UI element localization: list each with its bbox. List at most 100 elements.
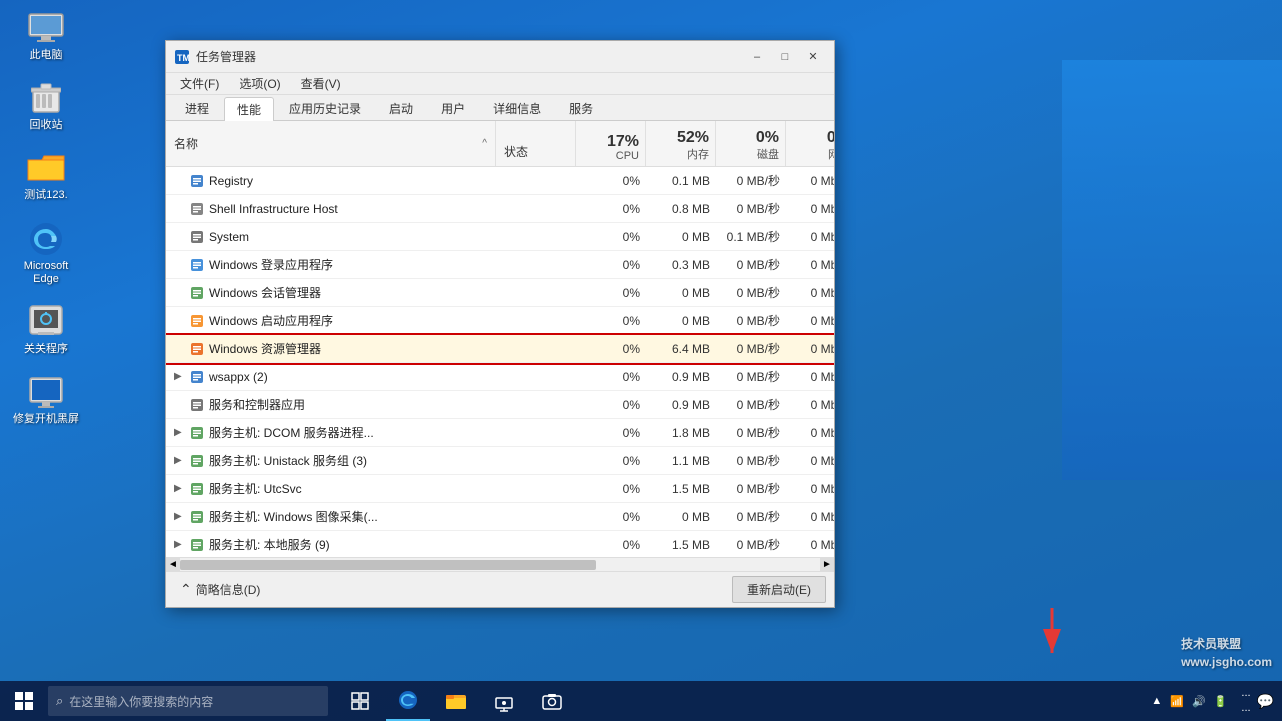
taskview-button[interactable] — [338, 681, 382, 721]
clock[interactable]: ... ... — [1241, 686, 1250, 717]
table-row[interactable]: Windows 启动应用程序 0% 0 MB 0 MB/秒 0 Mbps — [166, 307, 834, 335]
minimize-button[interactable]: – — [744, 47, 770, 67]
cell-cpu: 0% — [576, 286, 646, 300]
col-header-name[interactable]: 名称 ^ — [166, 121, 496, 166]
start-button[interactable] — [0, 681, 48, 721]
horizontal-scrollbar[interactable]: ◄ ► — [166, 557, 834, 571]
folder-icon-label: 测试123. — [24, 189, 67, 202]
desktop-icon-recycle[interactable]: 回收站 — [12, 80, 80, 132]
search-bar[interactable]: ⌕ 在这里输入你要搜索的内容 — [48, 686, 328, 716]
cell-net: 0 Mbps — [786, 258, 834, 272]
cell-disk: 0 MB/秒 — [716, 480, 786, 497]
notification-button[interactable]: 💬 — [1257, 693, 1274, 710]
tab-app-history[interactable]: 应用历史记录 — [276, 96, 374, 120]
col-header-mem[interactable]: 52% 内存 — [646, 121, 716, 166]
col-header-net[interactable]: 0% 网络 — [786, 121, 834, 166]
cell-cpu: 0% — [576, 482, 646, 496]
sort-arrow: ^ — [482, 138, 487, 149]
desktop-icons: 此电脑 回收站 — [12, 10, 80, 426]
table-row[interactable]: Windows 资源管理器 0% 6.4 MB 0 MB/秒 0 Mbps — [166, 335, 834, 363]
expand-arrow[interactable]: ▶ — [174, 483, 188, 494]
summary-icon: ⌃ — [180, 581, 192, 598]
menu-file[interactable]: 文件(F) — [172, 73, 227, 94]
col-header-status[interactable]: 状态 — [496, 121, 576, 166]
process-name: 服务和控制器应用 — [209, 396, 305, 413]
expand-arrow[interactable]: ▶ — [174, 539, 188, 550]
tab-users[interactable]: 用户 — [428, 96, 478, 120]
hscroll-track[interactable] — [180, 560, 820, 570]
process-icon — [190, 314, 204, 328]
col-header-cpu[interactable]: 17% CPU — [576, 121, 646, 166]
process-icon — [190, 510, 204, 524]
camera-taskbar-button[interactable] — [530, 681, 574, 721]
process-icon — [190, 174, 204, 188]
expand-placeholder — [174, 175, 188, 186]
expand-arrow[interactable]: ▶ — [174, 511, 188, 522]
restore-button[interactable]: □ — [772, 47, 798, 67]
table-row[interactable]: Registry 0% 0.1 MB 0 MB/秒 0 Mbps — [166, 167, 834, 195]
volume-icon[interactable]: 🔊 — [1192, 695, 1206, 708]
restart-button[interactable]: 重新启动(E) — [732, 576, 826, 603]
table-row[interactable]: Shell Infrastructure Host 0% 0.8 MB 0 MB… — [166, 195, 834, 223]
cell-disk: 0 MB/秒 — [716, 452, 786, 469]
taskbar-pinned-icons — [338, 681, 574, 721]
close-button[interactable]: ✕ — [800, 47, 826, 67]
folder-icon — [26, 150, 66, 186]
cell-net: 0 Mbps — [786, 342, 834, 356]
table-row[interactable]: ▶ 服务主机: DCOM 服务器进程... 0% 1.8 MB 0 MB/秒 0… — [166, 419, 834, 447]
desktop-icon-shutdown[interactable]: 关关程序 — [12, 304, 80, 356]
menu-options[interactable]: 选项(O) — [231, 73, 288, 94]
explorer-taskbar-button[interactable] — [434, 681, 478, 721]
cell-cpu: 0% — [576, 370, 646, 384]
tab-startup[interactable]: 启动 — [376, 96, 426, 120]
cell-cpu: 0% — [576, 258, 646, 272]
cell-net: 0 Mbps — [786, 314, 834, 328]
table-row[interactable]: ▶ 服务主机: Unistack 服务组 (3) 0% 1.1 MB 0 MB/… — [166, 447, 834, 475]
table-row[interactable]: ▶ 服务主机: 本地服务 (9) 0% 1.5 MB 0 MB/秒 0 Mbps — [166, 531, 834, 557]
edge-taskbar-button[interactable] — [386, 681, 430, 721]
expand-arrow[interactable]: ▶ — [174, 427, 188, 438]
cell-net: 0 Mbps — [786, 454, 834, 468]
tray-arrow[interactable]: ▲ — [1151, 695, 1162, 707]
titlebar-icon: TM — [174, 49, 190, 65]
desktop: 此电脑 回收站 — [0, 0, 1282, 721]
expand-arrow[interactable]: ▶ — [174, 371, 188, 382]
desktop-icon-edge[interactable]: Microsoft Edge — [12, 221, 80, 286]
table-row[interactable]: ▶ 服务主机: Windows 图像采集(... 0% 0 MB 0 MB/秒 … — [166, 503, 834, 531]
process-name: Windows 资源管理器 — [209, 340, 321, 357]
menubar: 文件(F) 选项(O) 查看(V) — [166, 73, 834, 95]
table-row[interactable]: Windows 登录应用程序 0% 0.3 MB 0 MB/秒 0 Mbps — [166, 251, 834, 279]
hscroll-right[interactable]: ► — [820, 558, 834, 572]
table-row[interactable]: Windows 会话管理器 0% 0 MB 0 MB/秒 0 Mbps — [166, 279, 834, 307]
expand-placeholder — [174, 259, 188, 270]
network-icon[interactable]: 📶 — [1170, 695, 1184, 708]
table-row[interactable]: 服务和控制器应用 0% 0.9 MB 0 MB/秒 0 Mbps — [166, 391, 834, 419]
tab-details[interactable]: 详细信息 — [480, 96, 554, 120]
cell-cpu: 0% — [576, 314, 646, 328]
table-row[interactable]: System 0% 0 MB 0.1 MB/秒 0 Mbps — [166, 223, 834, 251]
expand-arrow[interactable]: ▶ — [174, 455, 188, 466]
bottom-bar: ⌃ 简略信息(D) 重新启动(E) — [166, 571, 834, 607]
summary-button[interactable]: ⌃ 简略信息(D) — [174, 578, 266, 601]
tab-services[interactable]: 服务 — [556, 96, 606, 120]
col-header-disk[interactable]: 0% 磁盘 — [716, 121, 786, 166]
shutdown-icon-label: 关关程序 — [24, 343, 68, 356]
cell-cpu: 0% — [576, 230, 646, 244]
table-row[interactable]: ▶ wsappx (2) 0% 0.9 MB 0 MB/秒 0 Mbps — [166, 363, 834, 391]
process-icon — [190, 342, 204, 356]
desktop-icon-computer[interactable]: 此电脑 — [12, 10, 80, 62]
hscroll-left[interactable]: ◄ — [166, 558, 180, 572]
search-icon: ⌕ — [56, 693, 63, 709]
network-taskbar-button[interactable] — [482, 681, 526, 721]
tab-processes[interactable]: 进程 — [172, 96, 222, 120]
process-name: 服务主机: UtcSvc — [209, 480, 302, 497]
cell-cpu: 0% — [576, 174, 646, 188]
cell-name: Shell Infrastructure Host — [166, 202, 496, 216]
desktop-icon-repair[interactable]: 修复开机黑屏 — [12, 374, 80, 426]
recycle-icon-label: 回收站 — [30, 119, 63, 132]
menu-view[interactable]: 查看(V) — [293, 73, 349, 94]
desktop-icon-folder[interactable]: 测试123. — [12, 150, 80, 202]
table-row[interactable]: ▶ 服务主机: UtcSvc 0% 1.5 MB 0 MB/秒 0 Mbps — [166, 475, 834, 503]
tab-performance[interactable]: 性能 — [224, 97, 274, 121]
cell-disk: 0 MB/秒 — [716, 284, 786, 301]
